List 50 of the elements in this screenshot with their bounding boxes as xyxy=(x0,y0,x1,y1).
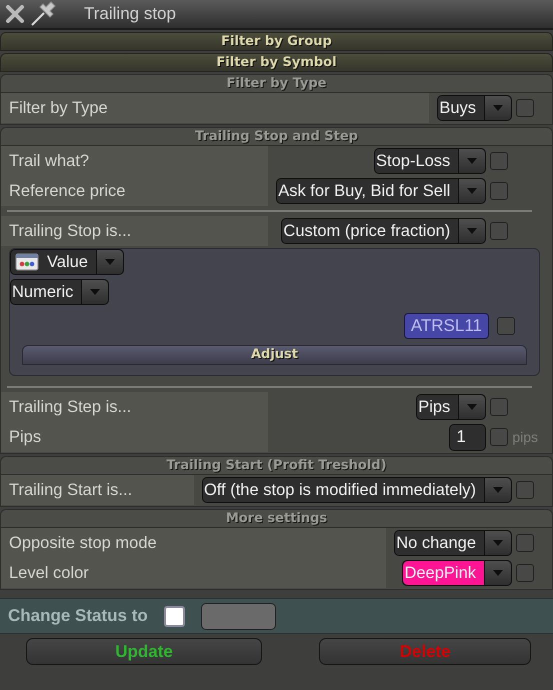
caret-icon xyxy=(467,158,478,164)
dropdown[interactable]: Stop-Loss xyxy=(374,148,486,174)
caret-icon xyxy=(493,570,503,576)
dropdown[interactable]: Value xyxy=(10,249,124,275)
status-field[interactable] xyxy=(200,602,276,630)
checkbox[interactable] xyxy=(490,428,508,446)
dropdown[interactable]: Numeric xyxy=(10,279,110,305)
caret-icon xyxy=(467,228,478,234)
status-label: Change Status to xyxy=(8,605,148,628)
checkbox[interactable] xyxy=(490,182,508,200)
checkbox[interactable] xyxy=(516,99,534,117)
caret-icon xyxy=(467,188,478,194)
section-header[interactable]: Filter by Symbol xyxy=(0,53,553,72)
checkbox[interactable] xyxy=(490,222,508,240)
close-icon xyxy=(4,3,26,25)
caret-icon xyxy=(493,487,503,493)
dropdown[interactable]: Pips xyxy=(416,394,486,420)
checkbox[interactable] xyxy=(516,534,534,552)
field-label: Trailing Step is... xyxy=(1,392,268,422)
field-label: Trailing Start is... xyxy=(1,475,194,505)
action-button[interactable]: Update xyxy=(26,638,262,665)
window-title: Trailing stop xyxy=(84,3,176,26)
checkbox[interactable] xyxy=(490,398,508,416)
caret-icon xyxy=(104,259,115,265)
field-label: Filter by Type xyxy=(1,93,430,123)
caret-icon xyxy=(467,404,478,410)
field-label: Reference price xyxy=(1,176,268,206)
dropdown[interactable]: Off (the stop is modified immediately) xyxy=(202,477,512,503)
field-label: Opposite stop mode xyxy=(1,528,386,558)
checkbox[interactable] xyxy=(490,152,508,170)
caret-icon xyxy=(90,289,100,295)
caret-icon xyxy=(493,105,503,111)
field-label: Trail what? xyxy=(1,146,268,176)
checkbox[interactable] xyxy=(164,606,185,626)
dropdown[interactable]: No change xyxy=(394,530,512,556)
dropdown[interactable]: Buys xyxy=(437,95,512,121)
dropdown[interactable]: Custom (price fraction) xyxy=(281,218,486,244)
adjust-button[interactable]: Adjust xyxy=(22,345,527,365)
caret-icon xyxy=(493,540,503,546)
section-header[interactable]: Filter by Group xyxy=(0,32,553,51)
field-label: Pips xyxy=(1,422,268,452)
field-label: Level color xyxy=(1,558,386,588)
checkbox[interactable] xyxy=(516,564,534,582)
checkbox[interactable] xyxy=(497,317,515,335)
number-field[interactable]: 1 xyxy=(449,424,486,450)
checkbox[interactable] xyxy=(516,481,534,499)
indicator-icon xyxy=(15,252,39,272)
field-label: Trailing Stop is... xyxy=(1,216,268,246)
dropdown[interactable]: Ask for Buy, Bid for Sell xyxy=(276,178,486,204)
input-field[interactable]: ATRSL11 xyxy=(404,313,489,339)
